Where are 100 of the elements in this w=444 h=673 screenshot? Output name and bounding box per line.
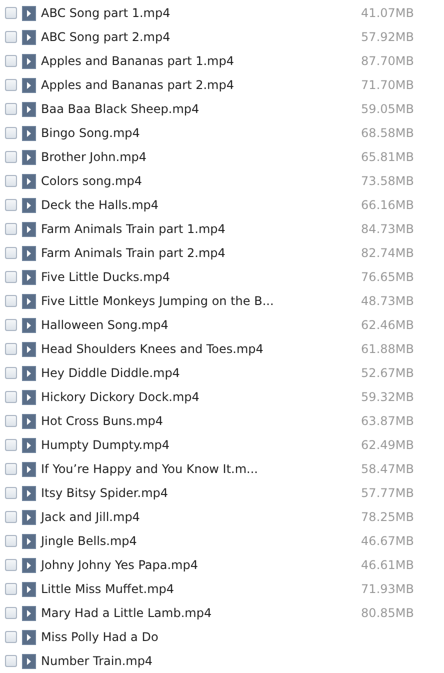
file-size: 59.05MB [360,102,414,116]
file-name: Little Miss Muffet.mp4 [41,582,176,596]
video-file-icon [22,582,36,596]
file-name: Apples and Bananas part 1.mp4 [41,54,236,68]
file-size: 52.67MB [360,366,414,380]
video-file-icon [22,198,36,212]
checkbox[interactable] [5,463,17,475]
file-name: Johny Johny Yes Papa.mp4 [41,558,199,572]
file-size: 65.81MB [360,150,414,164]
checkbox[interactable] [5,415,17,427]
file-size: 78.25MB [360,510,414,524]
checkbox[interactable] [5,367,17,379]
checkbox[interactable] [5,319,17,331]
checkbox[interactable] [5,391,17,403]
file-size: 57.77MB [360,486,414,500]
video-file-icon [22,222,36,236]
video-file-icon [22,438,36,452]
checkbox[interactable] [5,631,17,643]
video-file-icon [22,366,36,380]
video-file-icon [22,150,36,164]
checkbox[interactable] [5,127,17,139]
file-size: 87.70MB [360,54,414,68]
file-size: 46.67MB [360,534,414,548]
file-name: Brother John.mp4 [41,150,148,164]
checkbox[interactable] [5,343,17,355]
video-file-icon [22,78,36,92]
file-size: 57.92MB [360,30,414,44]
file-name: ABC Song part 1.mp4 [41,6,172,20]
checkbox[interactable] [5,487,17,499]
file-size: 80.85MB [360,606,414,620]
video-file-icon [22,486,36,500]
file-size: 66.16MB [360,198,414,212]
file-name: Five Little Ducks.mp4 [41,270,172,284]
file-name: Head Shoulders Knees and Toes.mp4 [41,342,264,356]
file-size: 71.70MB [360,78,414,92]
file-name: Number Train.mp4 [41,654,154,668]
file-name: Jingle Bells.mp4 [41,534,138,548]
video-file-icon [22,654,36,668]
checkbox[interactable] [5,55,17,67]
checkbox[interactable] [5,511,17,523]
file-size: 62.49MB [360,438,414,452]
video-file-icon [22,462,36,476]
video-file-icon [22,294,36,308]
video-file-icon [22,414,36,428]
checkbox[interactable] [5,223,17,235]
checkbox[interactable] [5,655,17,667]
video-file-icon [22,126,36,140]
checkbox[interactable] [5,439,17,451]
file-name: Deck the Halls.mp4 [41,198,160,212]
file-name: Hey Diddle Diddle.mp4 [41,366,181,380]
file-name: Miss Polly Had a Do [41,630,160,644]
file-name: ABC Song part 2.mp4 [41,30,172,44]
file-size: 41.07MB [360,6,414,20]
video-file-icon [22,558,36,572]
file-name: Farm Animals Train part 1.mp4 [41,222,226,236]
file-name: Apples and Bananas part 2.mp4 [41,78,236,92]
file-size: 76.65MB [360,270,414,284]
checkbox[interactable] [5,535,17,547]
checkbox[interactable] [5,31,17,43]
file-name: Humpty Dumpty.mp4 [41,438,171,452]
checkbox[interactable] [5,271,17,283]
video-file-icon [22,102,36,116]
checkbox[interactable] [5,79,17,91]
file-name: Bingo Song.mp4 [41,126,141,140]
file-name: Farm Animals Train part 2.mp4 [41,246,226,260]
video-file-icon [22,30,36,44]
checkbox[interactable] [5,151,17,163]
video-file-icon [22,270,36,284]
video-file-icon [22,534,36,548]
checkbox[interactable] [5,199,17,211]
video-file-icon [22,54,36,68]
file-name: If You’re Happy and You Know It.m... [41,462,259,476]
file-name: Baa Baa Black Sheep.mp4 [41,102,200,116]
video-file-icon [22,606,36,620]
file-size: 59.32MB [360,390,414,404]
file-size: 48.73MB [360,294,414,308]
file-name: Itsy Bitsy Spider.mp4 [41,486,170,500]
video-file-icon [22,390,36,404]
video-file-icon [22,318,36,332]
checkbox[interactable] [5,559,17,571]
checkbox[interactable] [5,247,17,259]
file-size: 61.88MB [360,342,414,356]
checkbox[interactable] [5,7,17,19]
video-file-icon [22,510,36,524]
checkbox[interactable] [5,175,17,187]
checkbox[interactable] [5,103,17,115]
file-name: Halloween Song.mp4 [41,318,170,332]
file-name: Five Little Monkeys Jumping on the B... [41,294,275,308]
checkbox[interactable] [5,295,17,307]
file-size: 82.74MB [360,246,414,260]
file-size: 68.58MB [360,126,414,140]
checkbox[interactable] [5,607,17,619]
video-file-icon [22,174,36,188]
file-size: 58.47MB [360,462,414,476]
video-file-icon [22,342,36,356]
checkbox[interactable] [5,583,17,595]
file-size: 71.93MB [360,582,414,596]
file-name: Hickory Dickory Dock.mp4 [41,390,200,404]
video-file-icon [22,6,36,20]
file-size: 84.73MB [360,222,414,236]
